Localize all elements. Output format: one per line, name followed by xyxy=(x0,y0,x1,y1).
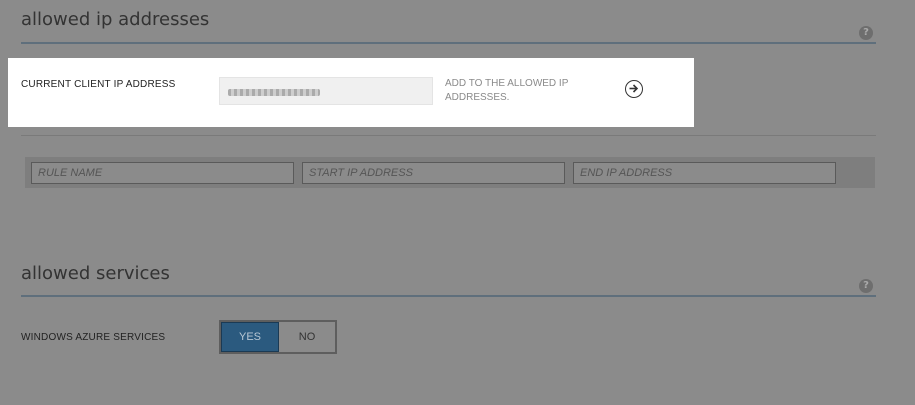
windows-azure-services-toggle: YES NO xyxy=(219,320,337,354)
allowed-services-title: allowed services xyxy=(21,263,170,284)
rule-name-input[interactable] xyxy=(31,162,294,184)
current-client-ip-label: CURRENT CLIENT IP ADDRESS xyxy=(21,79,176,90)
add-client-ip-button[interactable] xyxy=(625,80,643,98)
allowed-ip-addresses-title: allowed ip addresses xyxy=(21,9,210,30)
no-toggle-button[interactable]: NO xyxy=(279,322,335,352)
section-divider xyxy=(21,295,876,297)
ip-address-value-redacted xyxy=(228,89,320,96)
windows-azure-services-label: WINDOWS AZURE SERVICES xyxy=(21,332,166,343)
end-ip-address-input[interactable] xyxy=(573,162,836,184)
help-icon[interactable]: ? xyxy=(859,26,873,40)
new-rule-row xyxy=(25,157,875,188)
circle-arrow-right-icon xyxy=(629,84,639,93)
yes-toggle-button[interactable]: YES xyxy=(221,322,279,352)
current-client-ip-field xyxy=(219,77,433,105)
start-ip-address-input[interactable] xyxy=(302,162,565,184)
section-divider xyxy=(21,42,876,44)
divider xyxy=(21,135,876,136)
add-to-allowed-ip-text: ADD TO THE ALLOWED IP ADDRESSES. xyxy=(445,78,569,103)
help-icon[interactable]: ? xyxy=(859,279,873,293)
